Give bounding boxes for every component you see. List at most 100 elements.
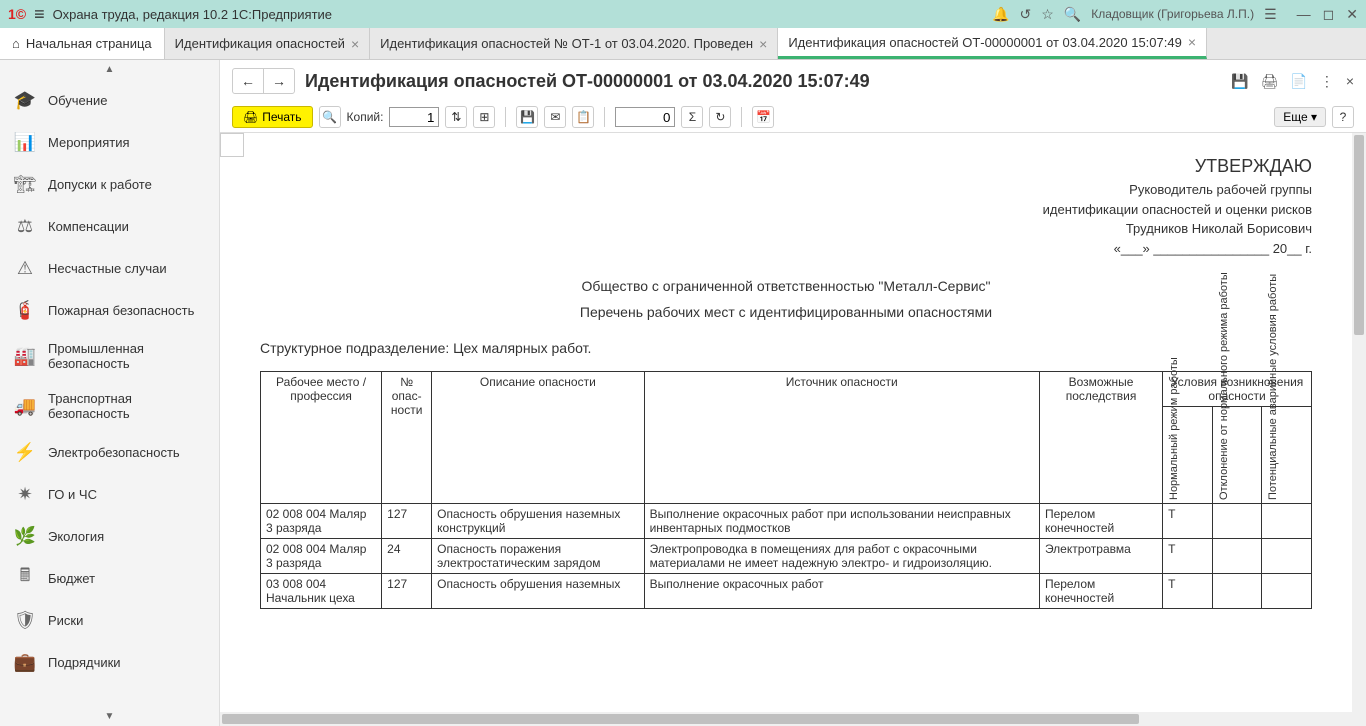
burger-icon[interactable]: ≡ [34, 4, 45, 25]
shield-icon: 🛡 [14, 609, 36, 631]
tab-1[interactable]: Идентификация опасностей № ОТ-1 от 03.04… [370, 28, 778, 59]
approve-role1: Руководитель рабочей группы [260, 180, 1312, 200]
sidebar-item-compensation[interactable]: ⚖Компенсации [0, 205, 219, 247]
logo-1c: 1© [8, 6, 26, 22]
horizontal-scrollbar[interactable] [220, 712, 1366, 726]
approve-block: УТВЕРЖДАЮ Руководитель рабочей группы ид… [260, 153, 1312, 258]
scales-icon: ⚖ [14, 215, 36, 237]
copies-input[interactable] [389, 107, 439, 127]
close-icon[interactable]: ✕ [1346, 6, 1358, 23]
hazard-table: Рабочее место / профессия № опас-ности О… [260, 371, 1312, 609]
user-name[interactable]: Кладовщик (Григорьева Л.П.) [1091, 7, 1254, 21]
sidebar-item-contractors[interactable]: 💼Подрядчики [0, 641, 219, 683]
sidebar-item-ecology[interactable]: 🌿Экология [0, 515, 219, 557]
more-button[interactable]: Еще ▾ [1274, 107, 1326, 127]
sidebar-item-label: ГО и ЧС [48, 487, 97, 502]
tab-close-icon[interactable]: × [759, 36, 767, 52]
forward-button[interactable]: → [264, 69, 294, 93]
th-conditions: Условия возникновения опасности [1163, 372, 1312, 407]
sidebar-collapse-down[interactable]: ▼ [0, 707, 219, 726]
spinner-icon[interactable]: ⇅ [445, 106, 467, 128]
tab-close-icon[interactable]: × [351, 36, 359, 52]
save-file-icon[interactable]: 💾 [516, 106, 538, 128]
truck-icon: 🚚 [14, 395, 36, 417]
th-cond2: Отклонение от нормального режима работы [1212, 407, 1262, 504]
tab-home[interactable]: ⌂ Начальная страница [0, 28, 165, 59]
sidebar-item-industrial[interactable]: 🏭Промышленная безопасность [0, 331, 219, 381]
more-label: Еще [1283, 110, 1307, 124]
filter-icon[interactable]: ☰ [1264, 6, 1277, 23]
doc-subtitle: Перечень рабочих мест с идентифицированн… [260, 304, 1312, 320]
document-area: УТВЕРЖДАЮ Руководитель рабочей группы ид… [220, 133, 1366, 712]
sidebar-item-fire[interactable]: 🧯Пожарная безопасность [0, 289, 219, 331]
presentation-icon: 📊 [14, 131, 36, 153]
print-button[interactable]: 🖨 Печать [232, 106, 313, 128]
back-button[interactable]: ← [233, 69, 264, 93]
more-icon[interactable]: ⋮ [1320, 73, 1334, 90]
dept-line: Структурное подразделение: Цех малярных … [260, 340, 1312, 356]
sidebar-item-transport[interactable]: 🚚 Транспортная безопасность [0, 381, 219, 431]
graduation-icon: 🎓 [14, 89, 36, 111]
sidebar: ▲ 🎓 Обучение 📊Мероприятия 🏗Допуски к рабо… [0, 60, 220, 726]
close-panel-icon[interactable]: × [1346, 73, 1354, 90]
document-icon[interactable]: 📄 [1290, 73, 1307, 90]
tab-home-label: Начальная страница [26, 36, 152, 51]
sidebar-collapse-up[interactable]: ▲ [0, 60, 219, 79]
tab-label: Идентификация опасностей [175, 36, 345, 51]
sidebar-item-accidents[interactable]: ⚠Несчастные случаи [0, 247, 219, 289]
app-title: Охрана труда, редакция 10.2 1С:Предприят… [53, 7, 984, 22]
maximize-icon[interactable]: ◻ [1323, 6, 1335, 23]
minimize-icon[interactable]: — [1297, 6, 1311, 23]
dept-label: Структурное подразделение: [260, 340, 449, 356]
copies-label: Копий: [347, 110, 384, 124]
sum-icon[interactable]: Σ [681, 106, 703, 128]
sidebar-item-label: Бюджет [48, 571, 95, 586]
approve-name: Трудников Николай Борисович [260, 219, 1312, 239]
th-consequences: Возможные последствия [1039, 372, 1162, 504]
history-icon[interactable]: ↺ [1019, 6, 1031, 23]
approve-title: УТВЕРЖДАЮ [260, 153, 1312, 180]
leaf-icon: 🌿 [14, 525, 36, 547]
preview-icon[interactable]: 🔍 [319, 106, 341, 128]
printer-icon: 🖨 [243, 110, 258, 124]
star-icon[interactable]: ☆ [1041, 6, 1054, 23]
doc-corner [220, 133, 244, 157]
page-title: Идентификация опасностей ОТ-00000001 от … [305, 71, 1221, 92]
print-label: Печать [262, 110, 301, 124]
sidebar-item-permits[interactable]: 🏗Допуски к работе [0, 163, 219, 205]
print-icon[interactable]: 🖨 [1261, 73, 1279, 90]
approve-role2: идентификации опасностей и оценки рисков [260, 200, 1312, 220]
export-icon[interactable]: 📋 [572, 106, 594, 128]
bell-icon[interactable]: 🔔 [992, 6, 1009, 23]
sidebar-item-events[interactable]: 📊Мероприятия [0, 121, 219, 163]
sidebar-item-label: Транспортная безопасность [48, 391, 205, 421]
table-row: 02 008 004 Маляр 3 разряда127Опасность о… [261, 504, 1312, 539]
tab-0[interactable]: Идентификация опасностей × [165, 28, 370, 59]
search-icon[interactable]: 🔍 [1064, 6, 1081, 23]
mail-icon[interactable]: ✉ [544, 106, 566, 128]
sidebar-item-label: Риски [48, 613, 83, 628]
tab-close-icon[interactable]: × [1188, 34, 1196, 50]
sidebar-item-label: Пожарная безопасность [48, 303, 194, 318]
sidebar-item-budget[interactable]: 🖩 Бюджет [0, 557, 219, 599]
sidebar-item-electrical[interactable]: ⚡Электробезопасность [0, 431, 219, 473]
vertical-scrollbar[interactable] [1352, 133, 1366, 712]
calculator-icon: 🖩 [14, 567, 36, 589]
sidebar-item-emergency[interactable]: ✷ГО и ЧС [0, 473, 219, 515]
calendar-icon[interactable]: 📅 [752, 106, 774, 128]
sidebar-item-label: Обучение [48, 93, 107, 108]
table-icon[interactable]: ⊞ [473, 106, 495, 128]
table-row: 03 008 004 Начальник цеха127Опасность об… [261, 574, 1312, 609]
th-hazard-no: № опас-ности [382, 372, 432, 504]
save-icon[interactable]: 💾 [1231, 73, 1248, 90]
page-input[interactable] [615, 107, 675, 127]
th-cond3: Потенциальные аварийные условия работы [1262, 407, 1312, 504]
sidebar-item-risks[interactable]: 🛡 Риски [0, 599, 219, 641]
nav-buttons: ← → [232, 68, 295, 94]
sidebar-item-training[interactable]: 🎓 Обучение [0, 79, 219, 121]
tab-label: Идентификация опасностей ОТ-00000001 от … [788, 35, 1182, 50]
refresh-icon[interactable]: ↻ [709, 106, 731, 128]
tab-2[interactable]: Идентификация опасностей ОТ-00000001 от … [778, 28, 1207, 59]
help-button[interactable]: ? [1332, 106, 1354, 128]
tab-label: Идентификация опасностей № ОТ-1 от 03.04… [380, 36, 753, 51]
